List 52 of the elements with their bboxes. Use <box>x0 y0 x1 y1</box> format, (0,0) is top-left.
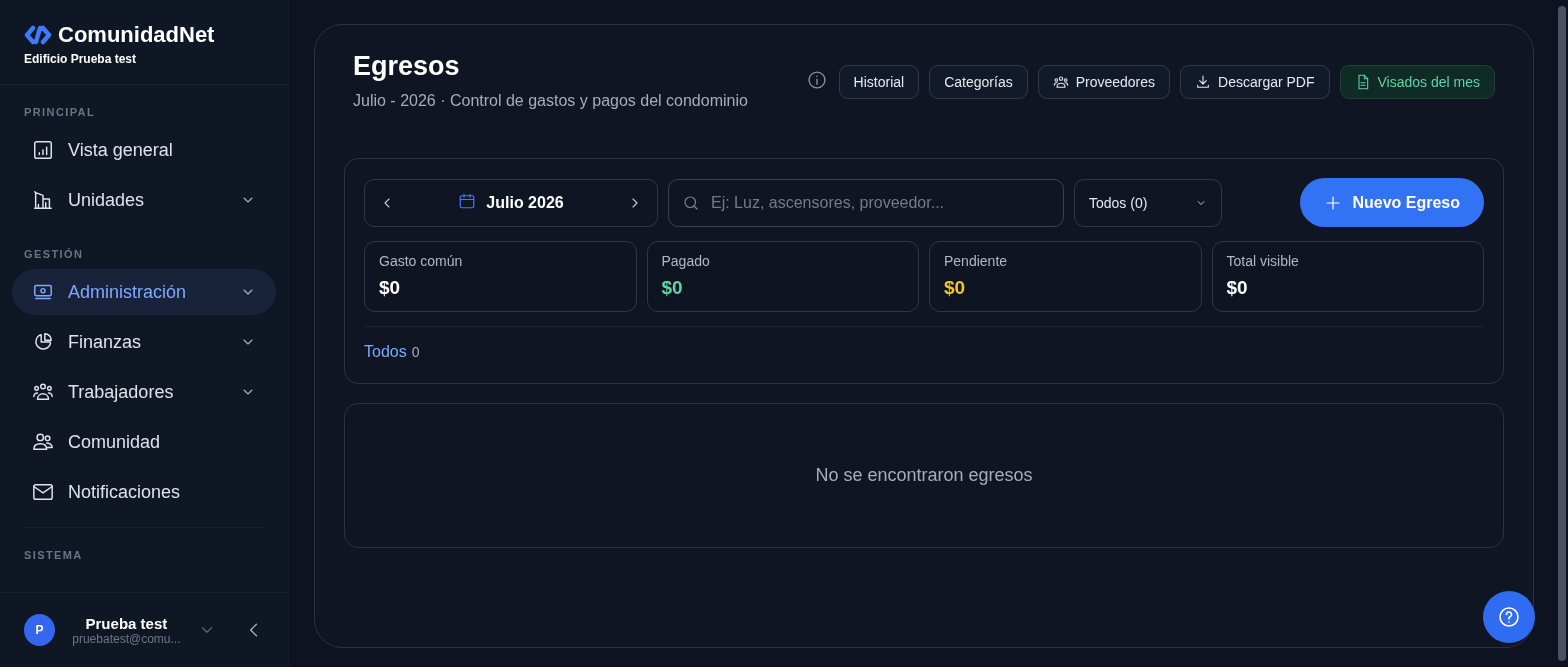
filter-dropdown[interactable]: Todos (0) <box>1074 178 1222 227</box>
stat-label: Total visible <box>1226 253 1300 269</box>
header-button[interactable]: Descargar PDF <box>1180 65 1330 99</box>
section-heading: SISTEMA <box>23 548 84 563</box>
brand-name: ComunidadNet <box>58 22 215 48</box>
search-icon <box>682 193 700 212</box>
page-subtitle: Julio - 2026 · Control de gastos y pagos del condominio <box>353 92 748 110</box>
header-button[interactable]: Proveedores <box>1037 65 1171 99</box>
stat-value: $0 <box>661 277 684 299</box>
section-heading: PRINCIPAL <box>23 105 97 120</box>
nav-item[interactable]: Trabajadores <box>12 369 276 415</box>
header-button[interactable]: Historial <box>838 65 920 99</box>
calendar-icon <box>458 191 477 210</box>
nav-item[interactable]: Finanzas <box>12 319 276 365</box>
nav-item[interactable]: Comunidad <box>12 419 276 465</box>
people-icon <box>32 431 54 453</box>
empty-message: No se encontraron egresos <box>815 465 1033 486</box>
nav-item[interactable]: Notificaciones <box>12 469 276 515</box>
filter-tab[interactable]: Todos 0 <box>364 343 420 361</box>
stat-value: $0 <box>944 277 967 299</box>
mail-icon <box>32 481 54 503</box>
stat-value: $0 <box>1226 277 1249 299</box>
stat-value: $0 <box>379 277 402 299</box>
people-icon <box>1052 74 1069 90</box>
download-icon <box>1195 74 1212 90</box>
stat-label: Pendiente <box>944 253 1009 269</box>
month-selector[interactable]: Julio 2026 <box>364 178 658 227</box>
header-button[interactable]: Categorías <box>929 65 1028 99</box>
user-name: Prueba test <box>85 614 168 632</box>
search-field[interactable]: Ej: Luz, ascensores, proveedor... <box>668 178 1064 227</box>
group-icon <box>32 381 54 403</box>
bar-chart-icon <box>32 139 54 161</box>
scrollbar[interactable] <box>1558 6 1566 661</box>
info-icon <box>806 70 827 90</box>
building-name: Edificio Prueba test <box>24 52 138 66</box>
month-label: Julio 2026 <box>486 193 564 212</box>
stat-label: Pagado <box>661 253 711 269</box>
header-button[interactable]: Visados del mes <box>1339 65 1495 99</box>
help-icon <box>1497 605 1521 629</box>
new-expense-button[interactable]: Nuevo Egreso <box>1300 178 1484 227</box>
stat-label: Gasto común <box>379 253 464 269</box>
logo-icon <box>24 25 52 45</box>
nav-item[interactable]: Unidades <box>12 177 276 223</box>
nav-item[interactable]: Vista general <box>12 127 276 173</box>
help-button[interactable] <box>1483 591 1535 643</box>
user-avatar: P <box>24 614 55 646</box>
pie-chart-icon <box>32 331 54 353</box>
building-icon <box>32 189 54 211</box>
user-email: pruebatest@comu... <box>72 631 181 646</box>
nav-item[interactable]: Administración <box>12 269 276 315</box>
section-heading: GESTIÓN <box>23 247 85 262</box>
page-title: Egresos <box>353 51 461 82</box>
